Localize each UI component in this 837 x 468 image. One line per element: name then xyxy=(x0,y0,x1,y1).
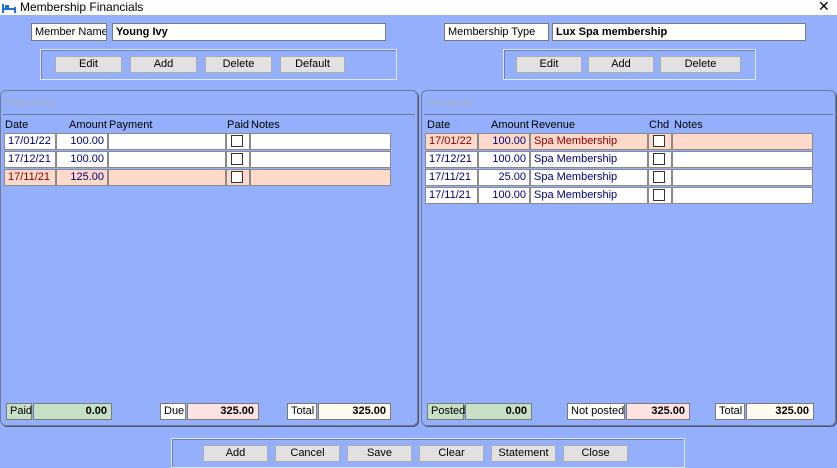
payment-date[interactable]: 17/12/21 xyxy=(4,151,56,168)
member-default-button[interactable]: Default xyxy=(280,56,345,73)
revenue-date[interactable]: 17/12/21 xyxy=(425,151,478,168)
member-delete-button[interactable]: Delete xyxy=(205,56,272,73)
revenue-date[interactable]: 17/11/21 xyxy=(425,169,478,186)
posted-label: Posted xyxy=(427,403,465,420)
payments-header-payment: Payment xyxy=(109,119,153,131)
revenue-notes[interactable] xyxy=(672,151,813,168)
member-add-button[interactable]: Add xyxy=(130,56,197,73)
revenue-item[interactable]: Spa Membership xyxy=(530,187,648,204)
member-name-label: Member Name xyxy=(31,23,107,41)
payment-method[interactable] xyxy=(108,133,226,150)
chd-checkbox[interactable] xyxy=(653,171,665,183)
revenue-header-revenue: Revenue xyxy=(531,119,576,131)
payments-title: Payments xyxy=(6,97,55,109)
payment-amount[interactable]: 125.00 xyxy=(56,169,108,186)
payments-header-date: Date xyxy=(5,119,29,131)
type-delete-button[interactable]: Delete xyxy=(660,56,741,73)
payment-notes[interactable] xyxy=(250,133,391,150)
payment-notes[interactable] xyxy=(250,151,391,168)
payments-total-label: Total xyxy=(287,403,317,420)
not-posted-label: Not posted xyxy=(567,403,625,420)
payments-divider xyxy=(3,114,415,115)
window-title: Membership Financials xyxy=(20,0,144,14)
payments-header-paid: Paid xyxy=(227,119,250,131)
revenue-total-label: Total xyxy=(715,403,745,420)
payment-date[interactable]: 17/01/22 xyxy=(4,133,56,150)
save-button[interactable]: Save xyxy=(347,445,412,462)
payment-notes[interactable] xyxy=(250,169,391,186)
revenue-item[interactable]: Spa Membership xyxy=(530,151,648,168)
paid-total-value: 0.00 xyxy=(33,403,112,420)
paid-total-label: Paid xyxy=(6,403,32,420)
posted-value: 0.00 xyxy=(465,403,532,420)
revenue-item[interactable]: Spa Membership xyxy=(530,133,648,150)
member-edit-button[interactable]: Edit xyxy=(55,56,122,73)
revenue-item[interactable]: Spa Membership xyxy=(530,169,648,186)
revenue-amount[interactable]: 100.00 xyxy=(478,151,530,168)
revenue-divider xyxy=(424,114,833,115)
not-posted-value: 325.00 xyxy=(626,403,690,420)
add-button[interactable]: Add xyxy=(203,445,268,462)
payments-total-value: 325.00 xyxy=(318,403,391,420)
paid-checkbox[interactable] xyxy=(231,171,243,183)
revenue-amount[interactable]: 100.00 xyxy=(478,187,530,204)
payment-method[interactable] xyxy=(108,169,226,186)
revenue-total-value: 325.00 xyxy=(746,403,814,420)
revenue-date[interactable]: 17/01/22 xyxy=(425,133,478,150)
due-value: 325.00 xyxy=(187,403,259,420)
revenue-notes[interactable] xyxy=(672,169,813,186)
revenue-date[interactable]: 17/11/21 xyxy=(425,187,478,204)
type-edit-button[interactable]: Edit xyxy=(516,56,582,73)
revenue-notes[interactable] xyxy=(672,187,813,204)
chd-checkbox[interactable] xyxy=(653,189,665,201)
paid-checkbox[interactable] xyxy=(231,135,243,147)
revenue-header-notes: Notes xyxy=(674,119,703,131)
payment-amount[interactable]: 100.00 xyxy=(56,133,108,150)
revenue-amount[interactable]: 25.00 xyxy=(478,169,530,186)
revenue-title: Revenue xyxy=(428,97,473,109)
cancel-button[interactable]: Cancel xyxy=(275,445,340,462)
membership-type-label: Membership Type xyxy=(444,23,549,41)
revenue-amount[interactable]: 100.00 xyxy=(478,133,530,150)
paid-checkbox[interactable] xyxy=(231,153,243,165)
payment-date[interactable]: 17/11/21 xyxy=(4,169,56,186)
payment-method[interactable] xyxy=(108,151,226,168)
payment-amount[interactable]: 100.00 xyxy=(56,151,108,168)
member-name-field[interactable]: Young Ivy xyxy=(112,23,386,41)
close-icon[interactable]: ✕ xyxy=(818,0,830,14)
revenue-notes[interactable] xyxy=(672,133,813,150)
payments-header-amount: Amount xyxy=(69,119,107,131)
clear-button[interactable]: Clear xyxy=(419,445,484,462)
revenue-header-chd: Chd xyxy=(649,119,670,131)
revenue-header-date: Date xyxy=(427,119,451,131)
payments-header-notes: Notes xyxy=(251,119,280,131)
close-button[interactable]: Close xyxy=(563,445,628,462)
chd-checkbox[interactable] xyxy=(653,153,665,165)
membership-type-field[interactable]: Lux Spa membership xyxy=(552,23,806,41)
chd-checkbox[interactable] xyxy=(653,135,665,147)
statement-button[interactable]: Statement xyxy=(491,445,556,462)
bed-icon xyxy=(2,4,16,13)
revenue-header-amount: Amount xyxy=(491,119,529,131)
due-label: Due xyxy=(160,403,186,420)
type-add-button[interactable]: Add xyxy=(588,56,654,73)
